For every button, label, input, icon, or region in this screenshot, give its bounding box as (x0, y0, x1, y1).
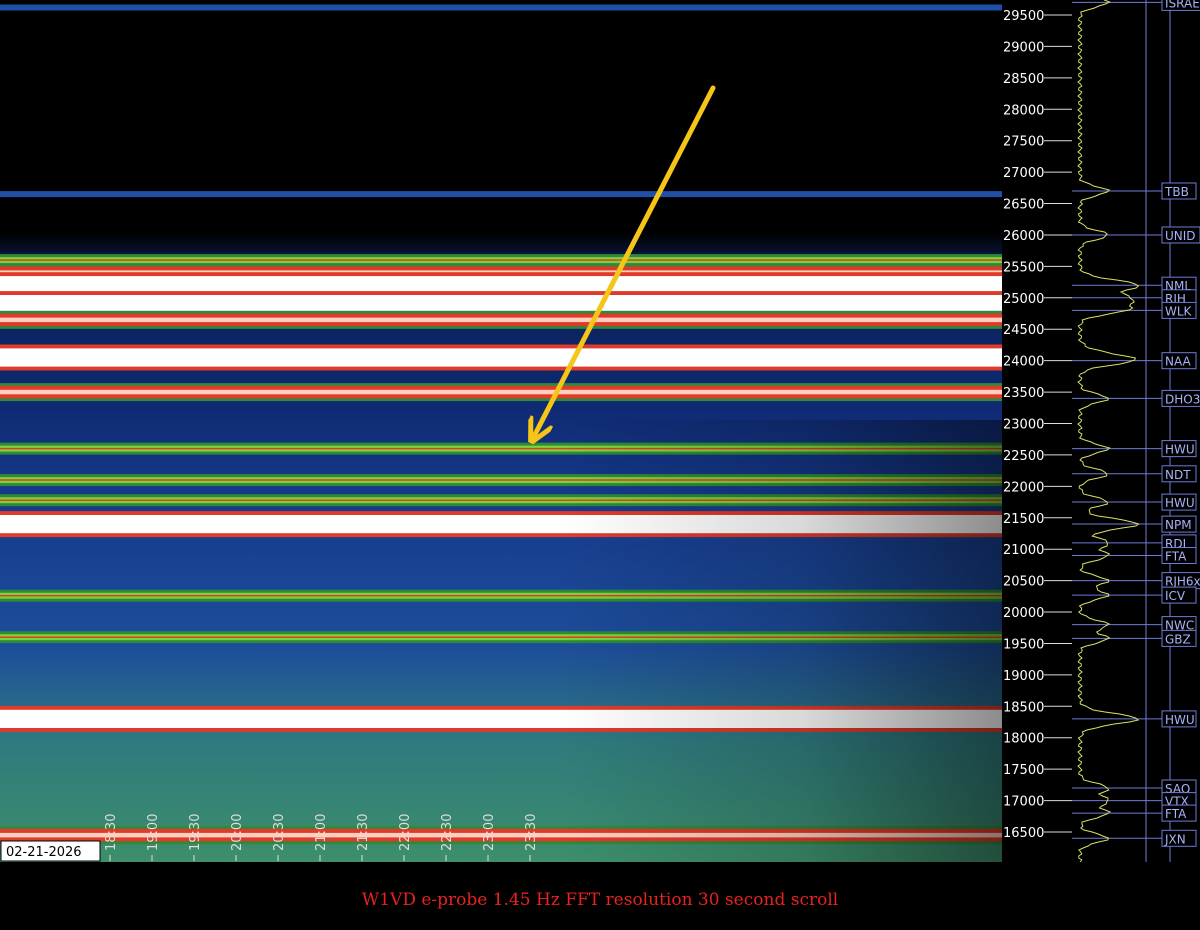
spectrogram-fade (560, 420, 1002, 862)
svg-text:NAA: NAA (1165, 355, 1192, 369)
svg-text:HWU: HWU (1165, 496, 1195, 510)
freq-tick-label: 19000 (1003, 669, 1044, 684)
svg-text:WLK: WLK (1165, 304, 1193, 318)
freq-tick-label: 25500 (1003, 260, 1044, 275)
signal-band (0, 383, 1002, 402)
time-tick-label: 19:30 (188, 814, 203, 851)
station-panel (1072, 0, 1200, 862)
signal-band (0, 4, 1002, 11)
svg-text:FTA: FTA (1165, 550, 1187, 564)
svg-text:UNID: UNID (1165, 229, 1196, 243)
time-tick-label: 21:30 (356, 814, 371, 851)
time-tick-label: 20:30 (272, 814, 287, 851)
time-tick-label: 20:00 (230, 814, 245, 851)
time-tick-label: 19:00 (146, 814, 161, 851)
freq-tick-label: 23000 (1003, 418, 1044, 433)
signal-band (0, 344, 1002, 371)
freq-tick-label: 24000 (1003, 355, 1044, 370)
svg-text:JXN: JXN (1164, 832, 1186, 846)
freq-tick-label: 26500 (1003, 198, 1044, 213)
svg-text:DHO38: DHO38 (1165, 392, 1200, 406)
freq-tick-label: 25000 (1003, 292, 1044, 307)
time-tick-label: 18:30 (104, 814, 119, 851)
freq-tick-label: 21000 (1003, 543, 1044, 558)
freq-tick-label: 19500 (1003, 638, 1044, 653)
freq-tick-label: 16500 (1003, 826, 1044, 841)
svg-text:FTA: FTA (1165, 807, 1187, 821)
freq-tick-label: 28000 (1003, 103, 1044, 118)
time-tick-label: 23:30 (524, 814, 539, 851)
freq-tick-label: 17000 (1003, 795, 1044, 810)
freq-tick-label: 29500 (1003, 9, 1044, 24)
svg-text:HWU: HWU (1165, 713, 1195, 727)
freq-tick-label: 22000 (1003, 480, 1044, 495)
freq-tick-label: 24500 (1003, 323, 1044, 338)
svg-text:NDT: NDT (1165, 468, 1191, 482)
freq-tick-label: 20000 (1003, 606, 1044, 621)
signal-band (0, 310, 1002, 329)
freq-tick-label: 18500 (1003, 700, 1044, 715)
freq-tick-label: 20500 (1003, 575, 1044, 590)
freq-tick-label: 22500 (1003, 449, 1044, 464)
svg-text:ISRAEL: ISRAEL (1165, 0, 1200, 10)
spectrogram-chart: 18:30 19:00 19:30 20:00 20:30 21:00 21:30 22:00… (0, 0, 1200, 863)
freq-tick-label: 28500 (1003, 72, 1044, 87)
time-tick-label: 22:30 (440, 814, 455, 851)
svg-text:RJH6x: RJH6x (1165, 575, 1200, 589)
freq-tick-label: 21500 (1003, 512, 1044, 527)
time-tick-label: 21:00 (314, 814, 329, 851)
freq-tick-label: 26000 (1003, 229, 1044, 244)
freq-tick-label: 17500 (1003, 763, 1044, 778)
freq-tick-label: 27000 (1003, 166, 1044, 181)
svg-text:NPM: NPM (1165, 518, 1192, 532)
time-tick-label: 23:00 (482, 814, 497, 851)
freq-tick-label: 23500 (1003, 386, 1044, 401)
svg-text:TBB: TBB (1164, 185, 1189, 199)
svg-text:GBZ: GBZ (1165, 632, 1191, 646)
svg-text:HWU: HWU (1165, 443, 1195, 457)
date-stamp: 02-21-2026 (0, 840, 101, 862)
date-label: 02-21-2026 (6, 845, 82, 860)
signal-band (0, 191, 1002, 198)
freq-tick-label: 18000 (1003, 732, 1044, 747)
svg-text:ICV: ICV (1165, 589, 1186, 603)
freq-tick-label: 29000 (1003, 40, 1044, 55)
chart-title: W1VD e-probe 1.45 Hz FFT resolution 30 s… (361, 890, 839, 910)
time-tick-label: 22:00 (398, 814, 413, 851)
freq-tick-label: 27500 (1003, 135, 1044, 150)
